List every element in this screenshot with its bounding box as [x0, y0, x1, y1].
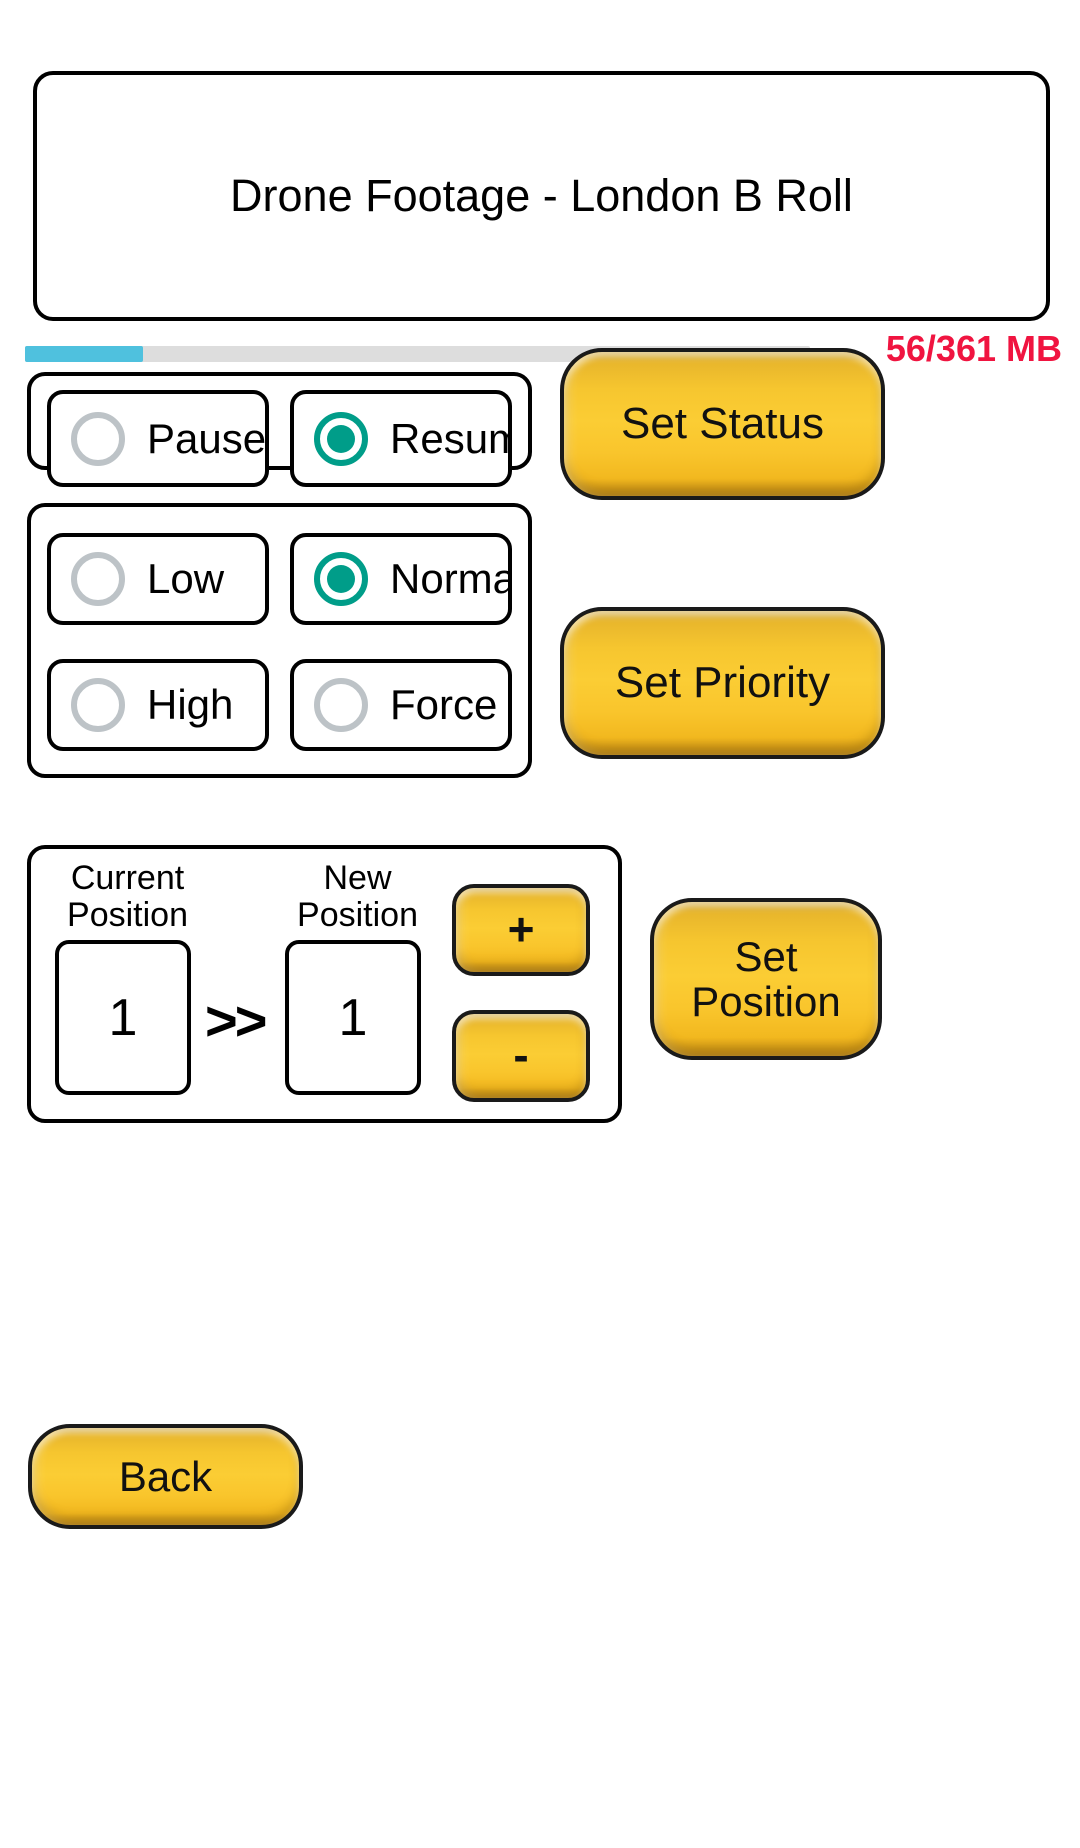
set-status-button[interactable]: Set Status — [560, 348, 885, 500]
priority-option-normal-label: Normal — [390, 555, 512, 602]
download-progress-fill — [25, 346, 143, 362]
download-manager-screen: Drone Footage - London B Roll 56/361 MB … — [0, 0, 1080, 1848]
radio-icon-resume[interactable] — [314, 411, 368, 466]
new-position-value[interactable]: 1 — [285, 940, 421, 1095]
status-option-pause[interactable]: Pause — [47, 390, 269, 487]
current-position-value: 1 — [55, 940, 191, 1095]
increment-position-button[interactable]: + — [452, 884, 590, 976]
file-title-box: Drone Footage - London B Roll — [33, 71, 1050, 321]
position-arrow-icon: >> — [205, 989, 267, 1052]
back-button[interactable]: Back — [28, 1424, 303, 1529]
decrement-position-button[interactable]: - — [452, 1010, 590, 1102]
radio-icon-high[interactable] — [71, 678, 125, 732]
set-priority-button[interactable]: Set Priority — [560, 607, 885, 759]
page-title: Drone Footage - London B Roll — [230, 170, 853, 221]
priority-option-low[interactable]: Low — [47, 533, 269, 625]
radio-icon-normal[interactable] — [314, 552, 368, 606]
download-size-label: 56/361 MB — [885, 328, 1062, 369]
new-position-caption: New Position — [297, 859, 418, 934]
priority-option-low-label: Low — [147, 555, 225, 602]
current-position-caption: Current Position — [67, 859, 188, 934]
priority-option-high-label: High — [147, 681, 234, 728]
status-option-resume[interactable]: Resume — [290, 390, 512, 487]
priority-option-high[interactable]: High — [47, 659, 269, 751]
status-option-pause-label: Pause — [147, 414, 267, 462]
status-option-resume-label: Resume — [390, 414, 508, 462]
radio-icon-pause[interactable] — [71, 411, 125, 466]
radio-icon-low[interactable] — [71, 552, 125, 606]
radio-icon-force[interactable] — [314, 678, 368, 732]
priority-option-force[interactable]: Force — [290, 659, 512, 751]
set-position-button[interactable]: Set Position — [650, 898, 882, 1060]
priority-option-force-label: Force — [390, 681, 498, 728]
priority-option-normal[interactable]: Normal — [290, 533, 512, 625]
